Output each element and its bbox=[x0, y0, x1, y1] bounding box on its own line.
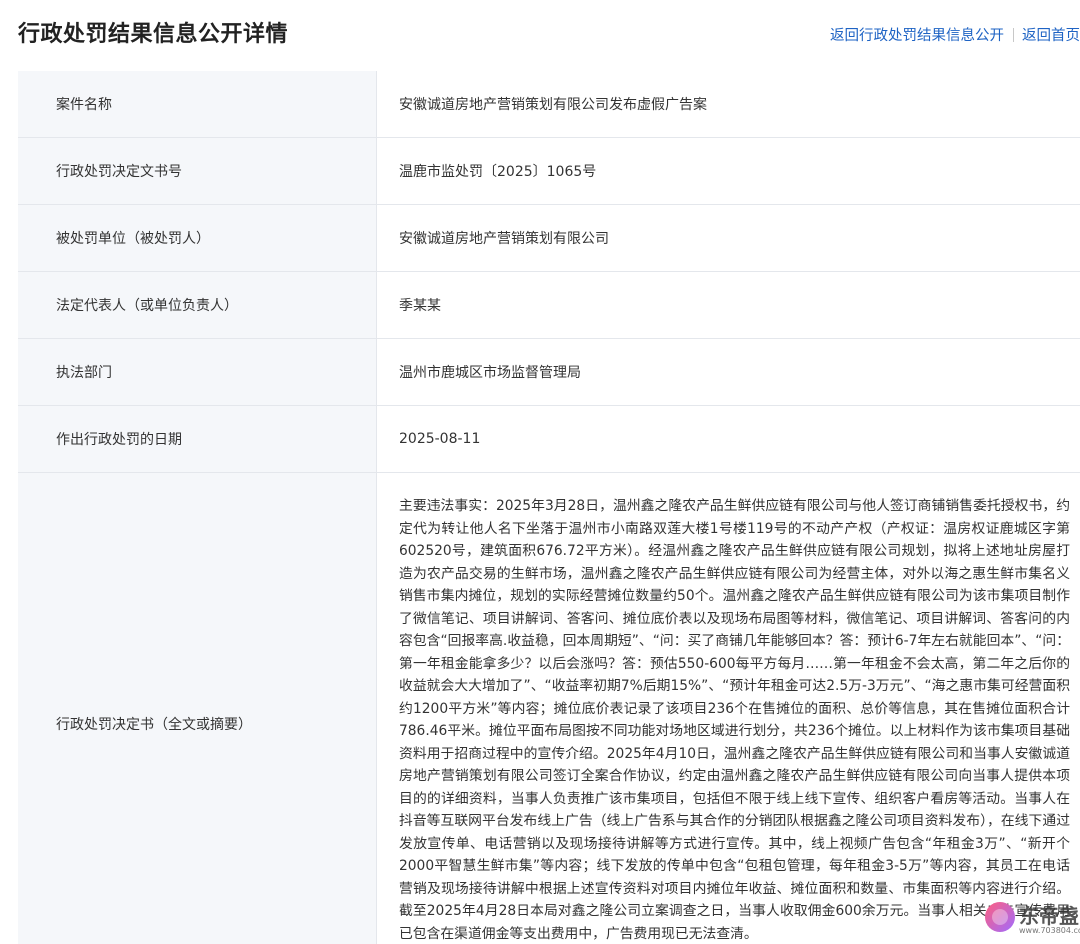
table-row-enforcement-department: 执法部门 温州市鹿城区市场监督管理局 bbox=[18, 338, 1080, 406]
row-label: 法定代表人（或单位负责人） bbox=[18, 271, 377, 339]
table-row-penalty-date: 作出行政处罚的日期 2025-08-11 bbox=[18, 405, 1080, 473]
back-to-home-link[interactable]: 返回首页 bbox=[1022, 28, 1080, 44]
watermark-circle-icon bbox=[985, 902, 1015, 932]
page-header: 行政处罚结果信息公开详情 返回行政处罚结果信息公开 返回首页 bbox=[0, 0, 1080, 70]
row-label: 被处罚单位（被处罚人） bbox=[18, 204, 377, 272]
page-title: 行政处罚结果信息公开详情 bbox=[18, 22, 289, 47]
row-label: 案件名称 bbox=[18, 71, 377, 138]
table-row-case-name: 案件名称 安徽诚道房地产营销策划有限公司发布虚假广告案 bbox=[18, 71, 1080, 138]
watermark-url: www.703804.com bbox=[1019, 926, 1080, 935]
penalty-date-value: 2025-08-11 bbox=[376, 405, 1080, 473]
watermark-logo: 东帝盏 www.703804.com bbox=[985, 900, 1080, 944]
watermark-text: 东帝盏 bbox=[1019, 904, 1079, 928]
enforcement-department-value: 温州市鹿城区市场监督管理局 bbox=[376, 338, 1080, 406]
row-label: 行政处罚决定文书号 bbox=[18, 137, 377, 205]
table-row-penalized-party: 被处罚单位（被处罚人） 安徽诚道房地产营销策划有限公司 bbox=[18, 204, 1080, 272]
decision-text: 主要违法事实：2025年3月28日，温州鑫之隆农产品生鲜供应链有限公司与他人签订… bbox=[399, 498, 1070, 942]
nav-divider bbox=[1013, 28, 1014, 42]
table-row-legal-representative: 法定代表人（或单位负责人） 季某某 bbox=[18, 271, 1080, 339]
back-to-list-link[interactable]: 返回行政处罚结果信息公开 bbox=[830, 28, 1004, 44]
row-label: 行政处罚决定书（全文或摘要） bbox=[18, 472, 377, 944]
table-row-document-number: 行政处罚决定文书号 温鹿市监处罚〔2025〕1065号 bbox=[18, 137, 1080, 205]
penalized-party-value: 安徽诚道房地产营销策划有限公司 bbox=[376, 204, 1080, 272]
table-row-decision: 行政处罚决定书（全文或摘要） 主要违法事实：2025年3月28日，温州鑫之隆农产… bbox=[18, 472, 1080, 944]
legal-representative-value: 季某某 bbox=[376, 271, 1080, 339]
nav-links: 返回行政处罚结果信息公开 返回首页 bbox=[830, 24, 1080, 45]
page: 行政处罚结果信息公开详情 返回行政处罚结果信息公开 返回首页 案件名称 安徽诚道房… bbox=[0, 0, 1080, 944]
row-label: 执法部门 bbox=[18, 338, 377, 406]
detail-table: 案件名称 安徽诚道房地产营销策划有限公司发布虚假广告案 行政处罚决定文书号 温鹿… bbox=[18, 71, 1080, 944]
case-name-value: 安徽诚道房地产营销策划有限公司发布虚假广告案 bbox=[376, 71, 1080, 138]
row-label: 作出行政处罚的日期 bbox=[18, 405, 377, 473]
document-number-value: 温鹿市监处罚〔2025〕1065号 bbox=[376, 137, 1080, 205]
